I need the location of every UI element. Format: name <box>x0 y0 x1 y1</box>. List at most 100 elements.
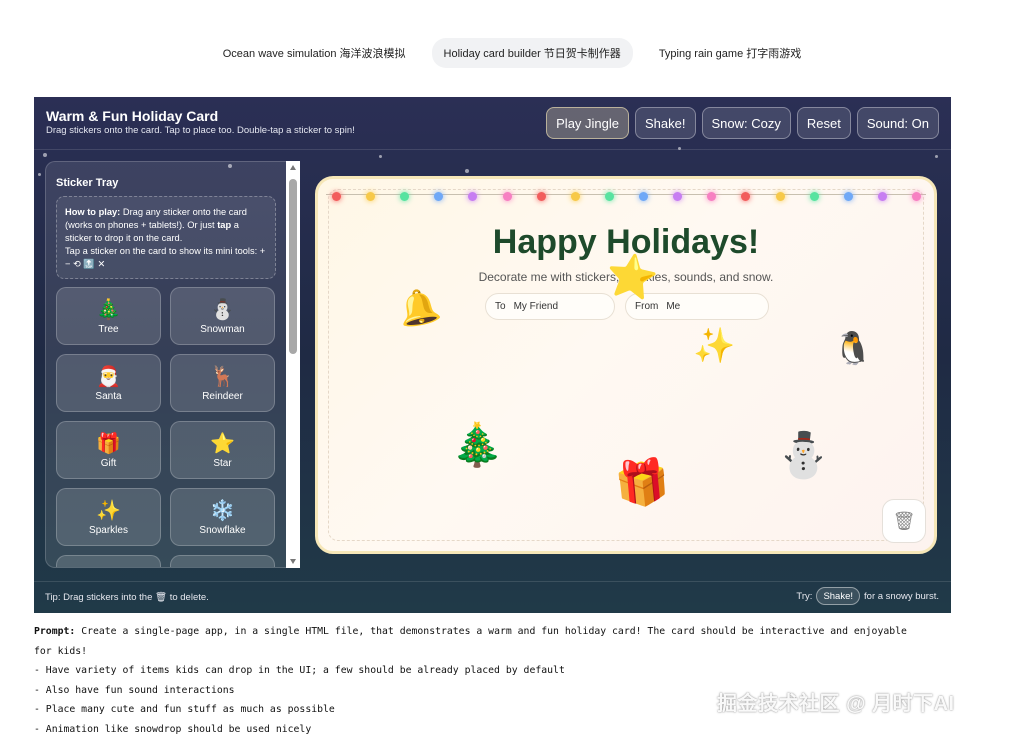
prompt-label: Prompt: <box>34 626 75 637</box>
placed-penguin-icon[interactable]: 🐧 <box>833 332 873 364</box>
placed-gift-icon[interactable]: 🎁 <box>613 459 672 508</box>
snowflake-dot <box>38 173 41 176</box>
sticker-bell[interactable]: 🔔 <box>56 555 161 568</box>
light-bulb <box>639 192 648 201</box>
tab-typing-rain[interactable]: Typing rain game 打字雨游戏 <box>647 38 813 68</box>
holiday-card[interactable]: Happy Holidays! Decorate me with sticker… <box>315 176 937 554</box>
from-label: From <box>635 301 658 312</box>
light-bulb <box>741 192 750 201</box>
light-bulb <box>878 192 887 201</box>
sticker-scarf[interactable]: 🧣 <box>170 555 275 568</box>
light-bulb <box>503 192 512 201</box>
gift-icon: 🎁 <box>96 432 121 456</box>
sticker-tree[interactable]: 🎄 Tree <box>56 287 161 345</box>
reset-button[interactable]: Reset <box>797 107 851 139</box>
scroll-thumb[interactable] <box>289 179 297 354</box>
snowflake-dot <box>379 155 382 158</box>
sticker-label: Gift <box>101 458 117 469</box>
light-bulb <box>434 192 443 201</box>
snowflake-dot <box>43 153 47 157</box>
placed-star-icon[interactable]: ⭐ <box>603 253 661 302</box>
prompt-line-5: - Animation like snowdrop should be used… <box>34 720 964 739</box>
sticker-label: Sparkles <box>89 525 128 536</box>
placed-snowman-icon[interactable]: ⛄ <box>776 434 831 478</box>
prompt-text-1: Create a single-page app, in a single HT… <box>75 626 907 637</box>
play-jingle-button[interactable]: Play Jingle <box>546 107 629 139</box>
star-icon: ⭐ <box>210 432 235 456</box>
watermark: 掘金技术社区 @ 月时下AI <box>717 687 955 716</box>
to-value: My Friend <box>514 301 558 312</box>
sticker-label: Reindeer <box>202 391 243 402</box>
prompt-line-2: - Have variety of items kids can drop in… <box>34 661 964 681</box>
prompt-line-1b: for kids! <box>34 642 964 662</box>
sticker-gift[interactable]: 🎁 Gift <box>56 421 161 479</box>
reindeer-icon: 🦌 <box>210 365 235 389</box>
sticker-sparkles[interactable]: ✨ Sparkles <box>56 488 161 546</box>
tree-icon: 🎄 <box>96 298 121 322</box>
light-bulb <box>707 192 716 201</box>
shake-button[interactable]: Shake! <box>635 107 695 139</box>
sticker-tray: Sticker Tray How to play: Drag any stick… <box>45 161 289 568</box>
prompt-text: Prompt: Create a single-page app, in a s… <box>34 622 964 739</box>
tab-holiday-card[interactable]: Holiday card builder 节日贺卡制作器 <box>432 38 633 68</box>
app-footer: Tip: Drag stickers into the 🗑 to delete.… <box>34 581 951 613</box>
sound-toggle-button[interactable]: Sound: On <box>857 107 939 139</box>
placed-bell-icon[interactable]: 🔔 <box>395 287 443 329</box>
sparkles-icon: ✨ <box>96 499 121 523</box>
snowflake-icon: ❄️ <box>210 499 235 523</box>
light-bulb <box>776 192 785 201</box>
trash-icon: 🗑 <box>155 592 167 603</box>
light-bulb <box>571 192 580 201</box>
demo-tabs: Ocean wave simulation 海洋波浪模拟 Holiday car… <box>0 38 1024 68</box>
sticker-snowflake[interactable]: ❄️ Snowflake <box>170 488 275 546</box>
header-toolbar: Play Jingle Shake! Snow: Cozy Reset Soun… <box>546 107 939 139</box>
santa-icon: 🎅 <box>96 365 121 389</box>
tray-title: Sticker Tray <box>56 177 118 189</box>
light-bulb <box>468 192 477 201</box>
try-label: Try: <box>796 591 812 602</box>
light-bulb <box>912 192 921 201</box>
light-bulb <box>366 192 375 201</box>
sticker-label: Snowman <box>200 324 244 335</box>
string-lights <box>318 191 934 211</box>
light-bulb <box>673 192 682 201</box>
light-bulb <box>332 192 341 201</box>
holiday-card-app: Warm & Fun Holiday Card Drag stickers on… <box>34 97 951 613</box>
try-shake-button[interactable]: Shake! <box>816 587 860 605</box>
trash-bin-icon[interactable]: 🗑 <box>882 499 926 543</box>
howto-mini-tools: Tap a sticker on the card to show its mi… <box>65 246 265 269</box>
sticker-santa[interactable]: 🎅Santa <box>56 354 161 412</box>
light-bulb <box>844 192 853 201</box>
snowman-icon: ⛄ <box>210 298 235 322</box>
sticker-label: Snowflake <box>199 525 245 536</box>
to-field[interactable]: To My Friend <box>485 293 615 320</box>
placed-sparkles-icon[interactable]: ✨ <box>693 329 735 363</box>
scroll-down-arrow-icon[interactable] <box>290 559 296 564</box>
how-to-play-box: How to play: Drag any sticker onto the c… <box>56 196 276 279</box>
sticker-snowman[interactable]: ⛄ Snowman <box>170 287 275 345</box>
sticker-label: Tree <box>98 324 118 335</box>
howto-lead: How to play: <box>65 207 120 217</box>
footer-try: Try: Shake! for a snowy burst. <box>796 587 939 605</box>
tab-ocean-wave[interactable]: Ocean wave simulation 海洋波浪模拟 <box>211 38 418 68</box>
tip-text-pre: Tip: Drag stickers into the <box>45 592 155 603</box>
app-subtitle: Drag stickers onto the card. Tap to plac… <box>46 125 355 136</box>
scroll-up-arrow-icon[interactable] <box>290 165 296 170</box>
sticker-label: Star <box>213 458 231 469</box>
sticker-grid: 🎄 Tree ⛄ Snowman 🎅Santa 🦌 Reindeer 🎁 Gift ⭐ S… <box>56 287 276 568</box>
lights-wire <box>326 194 926 195</box>
try-text: for a snowy burst. <box>864 591 939 602</box>
app-header: Warm & Fun Holiday Card Drag stickers on… <box>34 97 951 150</box>
snow-mode-button[interactable]: Snow: Cozy <box>702 107 791 139</box>
light-bulb <box>810 192 819 201</box>
footer-tip: Tip: Drag stickers into the 🗑 to delete. <box>45 592 209 603</box>
sticker-star[interactable]: ⭐ Star <box>170 421 275 479</box>
tray-scrollbar[interactable] <box>286 161 300 568</box>
to-label: To <box>495 301 506 312</box>
placed-tree-icon[interactable]: 🎄 <box>451 424 503 466</box>
light-bulb <box>537 192 546 201</box>
app-title: Warm & Fun Holiday Card <box>46 108 218 124</box>
howto-tap: tap <box>217 220 231 230</box>
sticker-reindeer[interactable]: 🦌 Reindeer <box>170 354 275 412</box>
snowflake-dot <box>465 169 469 173</box>
